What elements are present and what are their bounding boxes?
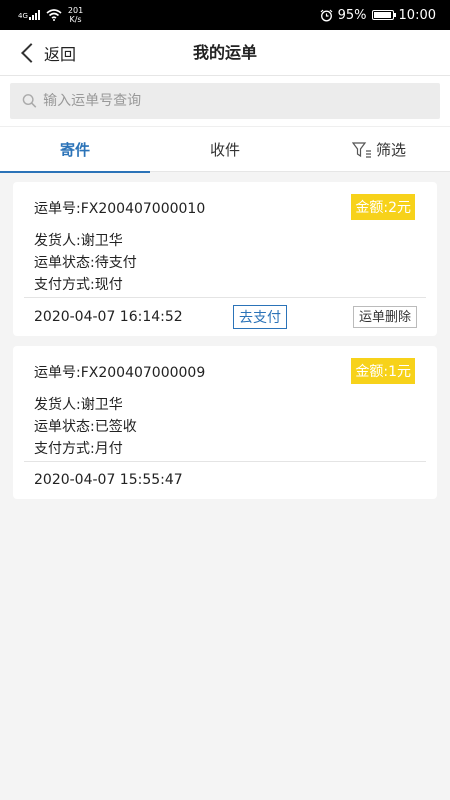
back-button[interactable]: 返回 [20, 30, 76, 76]
status-right: 95% 10:00 [320, 8, 436, 23]
filter-label: 筛选 [375, 141, 406, 159]
header: 返回 我的运单 [0, 30, 450, 76]
battery-icon [371, 10, 396, 20]
amount-badge: 金额:1元 [351, 358, 415, 384]
network-type: 4G [18, 12, 28, 20]
amount-badge: 金额:2元 [351, 194, 415, 220]
battery-percent: 95% [337, 7, 367, 23]
order-time: 2020-04-07 15:55:47 [34, 472, 183, 488]
search-box[interactable] [10, 83, 440, 119]
signal-group: 4G [18, 10, 40, 20]
order-status: 运单状态:已签收 [34, 419, 137, 435]
tab-send-label: 寄件 [59, 141, 90, 159]
filter-button[interactable]: 筛选 [300, 127, 450, 172]
order-card[interactable]: 运单号:FX200407000009 金额:1元 发货人:谢卫华 运单状态:已签… [13, 346, 437, 499]
clock: 10:00 [398, 7, 436, 23]
status-left: 4G 201 K/s [18, 6, 83, 24]
search-icon [22, 94, 37, 108]
tab-receive-label: 收件 [209, 141, 240, 159]
pay-button[interactable]: 去支付 [233, 305, 287, 329]
wifi-icon [46, 9, 62, 21]
divider [24, 461, 426, 462]
order-time: 2020-04-07 16:14:52 [34, 309, 183, 325]
speed-unit: K/s [69, 15, 82, 24]
order-card[interactable]: 运单号:FX200407000010 金额:2元 发货人:谢卫华 运单状态:待支… [13, 182, 437, 336]
delete-order-button[interactable]: 运单删除 [352, 306, 417, 328]
order-info: 发货人:谢卫华 运单状态:已签收 支付方式:月付 [34, 394, 137, 460]
speed-value: 201 [67, 6, 84, 15]
order-number: 运单号:FX200407000010 [34, 201, 206, 217]
order-info: 发货人:谢卫华 运单状态:待支付 支付方式:现付 [34, 230, 137, 296]
network-speed: 201 K/s [68, 6, 83, 24]
tab-receive[interactable]: 收件 [150, 127, 300, 172]
order-status: 运单状态:待支付 [34, 255, 137, 271]
filter-icon [351, 141, 371, 158]
battery-fill [373, 12, 391, 18]
chevron-left-icon [21, 43, 41, 63]
back-label: 返回 [44, 45, 77, 64]
tab-send[interactable]: 寄件 [0, 127, 150, 173]
divider [24, 297, 426, 298]
payment-method: 支付方式:现付 [34, 277, 123, 293]
status-bar: 4G 201 K/s 95% 10:00 [0, 0, 450, 30]
order-number: 运单号:FX200407000009 [34, 365, 206, 381]
shipper: 发货人:谢卫华 [34, 233, 123, 249]
search-input[interactable] [43, 93, 428, 109]
tab-bar: 寄件 收件 筛选 [0, 126, 450, 173]
search-bar [0, 76, 450, 126]
signal-icon [28, 10, 40, 20]
shipper: 发货人:谢卫华 [34, 397, 123, 413]
payment-method: 支付方式:月付 [34, 441, 123, 457]
alarm-icon [320, 9, 333, 21]
